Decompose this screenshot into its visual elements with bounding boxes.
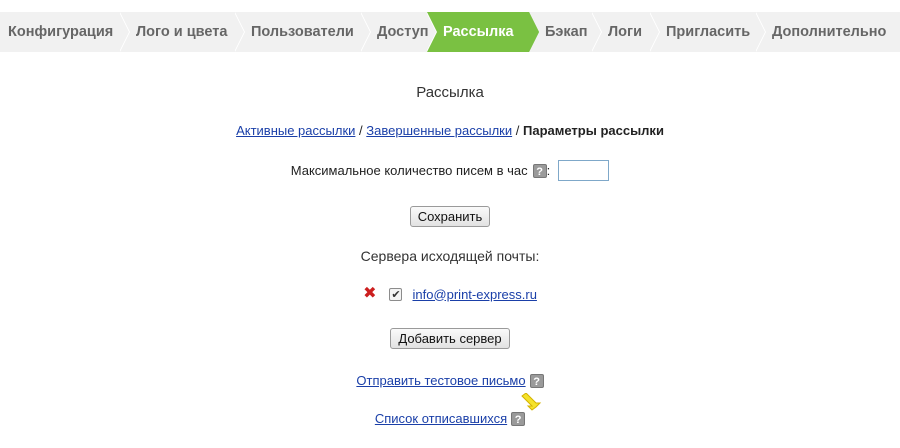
send-test-row: Отправить тестовое письмо ? [0, 373, 900, 388]
add-server-wrap: Добавить сервер [0, 328, 900, 349]
breadcrumb: Активные рассылки / Завершенные рассылки… [0, 123, 900, 138]
tab-label: Доступ [377, 24, 429, 40]
tab-6[interactable]: Бэкап [529, 12, 592, 52]
servers-title: Сервера исходящей почты: [360, 248, 540, 264]
save-button[interactable]: Сохранить [409, 206, 491, 227]
pointer-hand-icon [521, 393, 542, 411]
tab-label: Пригласить [666, 24, 751, 40]
tab-8[interactable]: Пригласить [649, 12, 756, 52]
tab-label: Рассылка [443, 24, 514, 40]
add-server-button[interactable]: Добавить сервер [390, 328, 510, 349]
breadcrumb-current: Параметры рассылки [523, 123, 664, 138]
breadcrumb-separator: / [515, 123, 520, 138]
tab-5[interactable]: Рассылка [426, 12, 529, 52]
tab-label: Пользователи [251, 24, 354, 40]
tab-2[interactable]: Лого и цвета [119, 12, 235, 52]
delete-icon[interactable]: ✖ [363, 286, 376, 302]
tab-label: Лого и цвета [136, 24, 228, 40]
rate-limit-row: Максимальное количество писем в час ? : [0, 160, 900, 181]
tab-bar: Конфигурация Лого и цвета Пользователи Дост… [0, 12, 900, 52]
tab-label: Конфигурация [8, 24, 114, 40]
tab-4[interactable]: Доступ [360, 12, 429, 52]
rate-limit-label: Максимальное количество писем в час [290, 163, 528, 178]
help-icon[interactable]: ? [529, 373, 544, 388]
unsubscribed-link[interactable]: Список отписавшихся [375, 411, 507, 426]
tab-3[interactable]: Пользователи [234, 12, 361, 52]
breadcrumb-separator: / [359, 123, 363, 138]
send-test-link[interactable]: Отправить тестовое письмо [356, 373, 525, 388]
tab-label: Бэкап [545, 24, 588, 40]
server-email-link[interactable]: info@print-express.ru [412, 287, 536, 302]
save-wrap: Сохранить [0, 206, 900, 227]
checkbox-checked-icon[interactable]: ✔ [389, 287, 403, 301]
help-icon[interactable]: ? [532, 163, 547, 178]
tab-label: Дополнительно [772, 24, 887, 40]
page-title: Рассылка [416, 84, 484, 101]
tab-7[interactable]: Логи [591, 12, 650, 52]
breadcrumb-active-mailings-link[interactable]: Активные рассылки [236, 123, 355, 138]
tab-label: Логи [608, 24, 642, 40]
tab-1[interactable]: Конфигурация [0, 12, 120, 52]
rate-limit-input[interactable] [558, 160, 610, 181]
tab-9[interactable]: Дополнительно [755, 12, 900, 52]
unsubscribed-row: Список отписавшихся ? [0, 411, 900, 426]
server-row: ✖ ✔ info@print-express.ru [0, 286, 900, 302]
help-icon[interactable]: ? [511, 411, 526, 426]
rate-limit-colon: : [546, 163, 551, 178]
breadcrumb-finished-mailings-link[interactable]: Завершенные рассылки [366, 123, 512, 138]
